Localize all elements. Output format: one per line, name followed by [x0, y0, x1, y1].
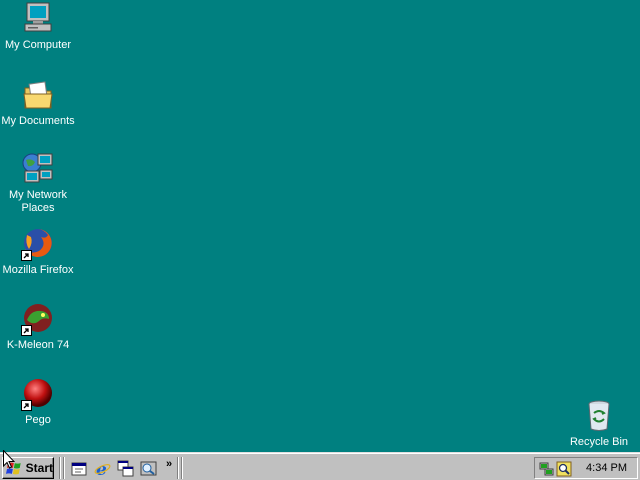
desktop-icon-my-computer[interactable]: My Computer [0, 2, 76, 52]
window-switch-icon[interactable] [117, 460, 134, 477]
desktop-icon-my-documents[interactable]: My Documents [0, 78, 76, 128]
desktop-icon-label: My Computer [4, 39, 72, 51]
k-meleon-icon [21, 302, 55, 336]
desktop-icon-mozilla-firefox[interactable]: Mozilla Firefox [0, 227, 76, 277]
network-places-icon [21, 152, 55, 186]
recycle-bin-icon [582, 399, 616, 433]
taskbar: Start e » 4:34 PM [0, 452, 640, 480]
desktop-icon-label: My Documents [1, 115, 75, 127]
start-label: Start [25, 461, 53, 475]
taskbar-separator [63, 457, 65, 479]
media-icon[interactable] [140, 460, 157, 477]
desktop-icon-label: Recycle Bin [569, 436, 629, 448]
shortcut-arrow-icon [21, 400, 32, 411]
desktop-icon-label: Mozilla Firefox [2, 264, 74, 276]
my-computer-icon [21, 2, 55, 36]
internet-explorer-icon[interactable]: e [94, 460, 111, 480]
pego-icon [21, 377, 55, 411]
quick-launch-overflow-button[interactable]: » [166, 458, 172, 470]
desktop-icon-label: My Network Places [8, 189, 68, 214]
taskbar-separator [181, 457, 183, 479]
search-tray-icon[interactable] [556, 461, 572, 477]
desktop-icon-recycle-bin[interactable]: Recycle Bin [561, 399, 637, 449]
system-tray: 4:34 PM [534, 457, 638, 479]
network-tray-icon[interactable] [539, 461, 555, 477]
taskbar-separator [177, 457, 179, 479]
shortcut-arrow-icon [21, 325, 32, 336]
taskbar-separator [59, 457, 61, 479]
desktop-icon-my-network-places[interactable]: My Network Places [0, 152, 76, 215]
my-documents-icon [21, 78, 55, 112]
desktop-icon-k-meleon[interactable]: K-Meleon 74 [0, 302, 76, 352]
desktop-icon-label: K-Meleon 74 [6, 339, 70, 351]
clock[interactable]: 4:34 PM [586, 462, 627, 474]
desktop-icon-label: Pego [25, 414, 51, 426]
desktop-icon-pego[interactable]: Pego [0, 377, 76, 427]
shortcut-arrow-icon [21, 250, 32, 261]
mouse-cursor-icon [3, 450, 15, 469]
show-desktop-icon[interactable] [71, 460, 88, 477]
firefox-icon [21, 227, 55, 261]
